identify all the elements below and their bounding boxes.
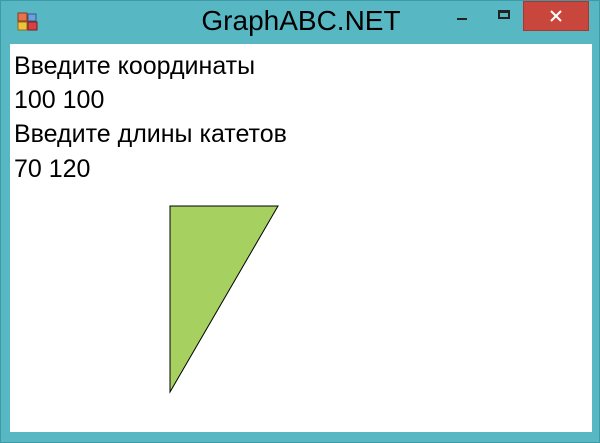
minimize-button[interactable] (441, 1, 481, 29)
title-bar[interactable]: GraphABC.NET (1, 1, 599, 43)
close-icon (550, 10, 562, 22)
console-line-coordinates-input: 100 100 (14, 86, 105, 114)
triangle-shape (169, 205, 279, 394)
app-window: GraphABC.NET Введите координаты 100 100 … (0, 0, 600, 443)
graphics-canvas-area[interactable]: Введите координаты 100 100 Введите длины… (10, 44, 592, 432)
console-line-prompt-legs: Введите длины катетов (14, 120, 287, 148)
console-line-legs-input: 70 120 (14, 155, 91, 183)
console-line-prompt-coordinates: Введите координаты (14, 52, 256, 80)
close-button[interactable] (523, 1, 589, 31)
maximize-button[interactable] (483, 1, 523, 29)
